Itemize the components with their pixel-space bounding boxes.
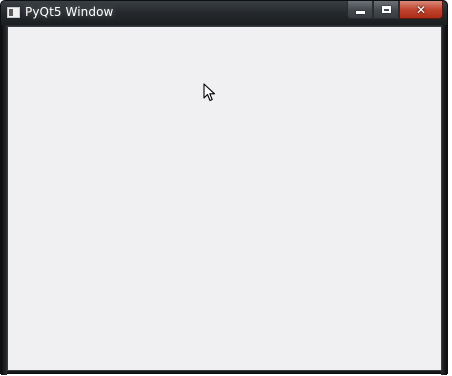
title-bar[interactable]: PyQt5 Window ✕ (1, 1, 447, 25)
window-client-area[interactable] (7, 26, 442, 371)
window-app-icon[interactable] (7, 7, 20, 18)
caption-buttons: ✕ (347, 1, 443, 19)
minimize-button[interactable] (347, 1, 373, 19)
minimize-icon (355, 10, 365, 14)
mouse-cursor-icon (203, 83, 216, 102)
close-button[interactable]: ✕ (399, 1, 443, 19)
app-window: PyQt5 Window ✕ (0, 0, 448, 375)
maximize-icon (381, 6, 391, 13)
desktop: PyQt5 Window ✕ (0, 0, 452, 376)
close-icon: ✕ (415, 2, 427, 17)
maximize-button[interactable] (373, 1, 399, 19)
window-title: PyQt5 Window (25, 5, 114, 19)
